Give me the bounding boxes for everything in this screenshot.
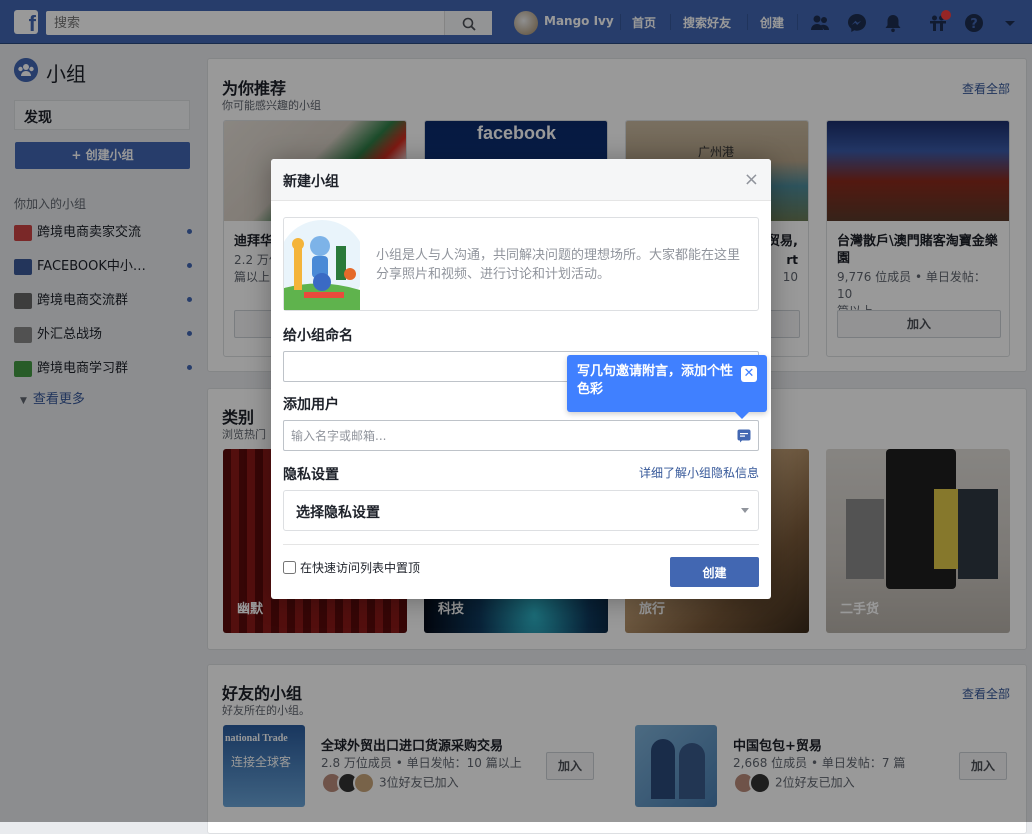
dialog-divider <box>283 544 759 545</box>
invite-message-tooltip: 写几句邀请附言，添加个性色彩 ✕ <box>567 355 767 419</box>
close-icon[interactable]: × <box>744 169 759 190</box>
chevron-down-icon <box>741 508 749 513</box>
privacy-label: 隐私设置 <box>283 467 339 483</box>
privacy-select-value: 选择隐私设置 <box>296 505 380 521</box>
dialog-header: 新建小组 × <box>271 159 771 201</box>
message-note-icon[interactable] <box>737 429 751 443</box>
groups-illustration-icon <box>284 220 360 310</box>
add-users-label: 添加用户 <box>283 397 339 413</box>
privacy-select[interactable]: 选择隐私设置 <box>283 490 759 531</box>
dialog-intro: 小组是人与人沟通，共同解决问题的理想场所。大家都能在这里分享照片和视频、进行讨论… <box>283 217 759 311</box>
pin-label: 在快速访问列表中置顶 <box>300 561 421 575</box>
group-name-label: 给小组命名 <box>283 328 353 344</box>
pin-checkbox[interactable] <box>283 561 296 574</box>
close-icon[interactable]: ✕ <box>741 366 757 382</box>
dialog-title: 新建小组 <box>283 174 339 190</box>
tooltip-text: 写几句邀请附言，添加个性色彩 <box>577 364 734 397</box>
privacy-info-link[interactable]: 详细了解小组隐私信息 <box>639 464 759 481</box>
pin-to-shortcuts[interactable]: 在快速访问列表中置顶 <box>283 559 420 576</box>
add-users-input[interactable] <box>284 421 714 450</box>
intro-text: 小组是人与人沟通，共同解决问题的理想场所。大家都能在这里分享照片和视频、进行讨论… <box>376 248 741 282</box>
add-users-field-wrap <box>283 420 759 451</box>
create-button[interactable]: 创建 <box>670 557 759 587</box>
